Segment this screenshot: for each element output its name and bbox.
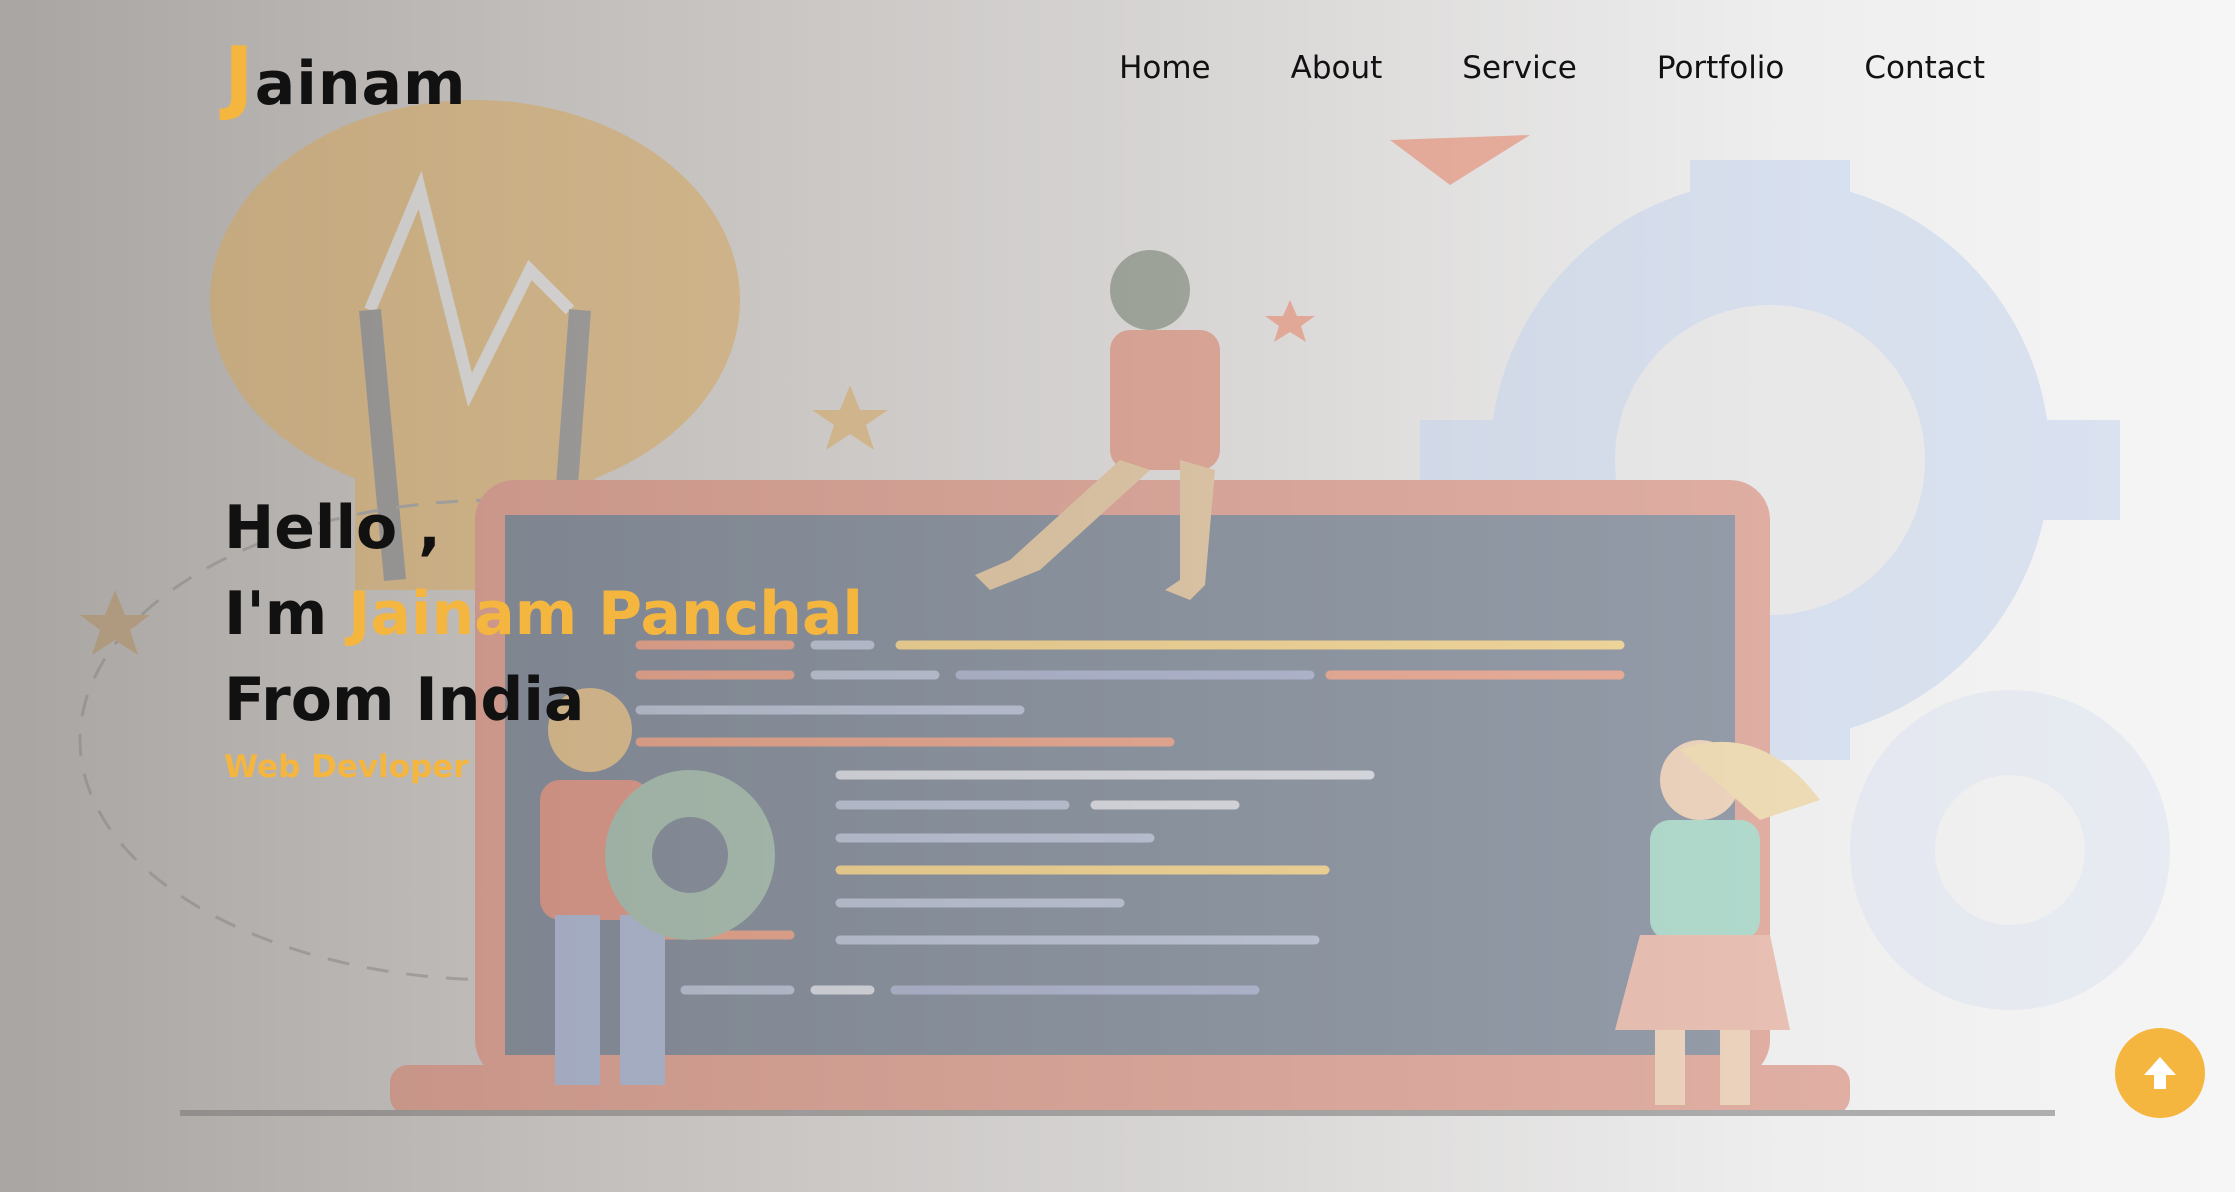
logo-text: ainam xyxy=(254,49,467,119)
nav-service[interactable]: Service xyxy=(1462,50,1577,86)
hero-location: From India xyxy=(224,665,585,735)
nav-portfolio[interactable]: Portfolio xyxy=(1657,50,1785,86)
main-nav: Home About Service Portfolio Contact xyxy=(1119,50,1985,86)
gear-small-illustration xyxy=(1850,690,2170,1010)
logo-initial: J xyxy=(224,30,255,123)
hero-name-line: I'm Jainam Panchal xyxy=(224,571,863,657)
nav-home[interactable]: Home xyxy=(1119,50,1211,86)
arrow-up-icon xyxy=(2144,1057,2176,1089)
hero-intro-prefix: I'm xyxy=(224,579,349,649)
star-decoration xyxy=(1265,300,1315,342)
brand-logo[interactable]: Jainam xyxy=(224,30,467,123)
scroll-to-top-button[interactable] xyxy=(2115,1028,2205,1118)
hero-greeting: Hello , xyxy=(224,493,441,563)
paper-plane-illustration xyxy=(1390,135,1530,185)
star-decoration xyxy=(812,385,888,450)
star-decoration xyxy=(80,590,150,655)
nav-about[interactable]: About xyxy=(1291,50,1383,86)
hero-intro: Hello , I'm Jainam Panchal From India We… xyxy=(224,485,863,785)
nav-contact[interactable]: Contact xyxy=(1864,50,1985,86)
hero-role: Web Devloper xyxy=(224,749,469,785)
hero-name: Jainam Panchal xyxy=(348,579,864,649)
